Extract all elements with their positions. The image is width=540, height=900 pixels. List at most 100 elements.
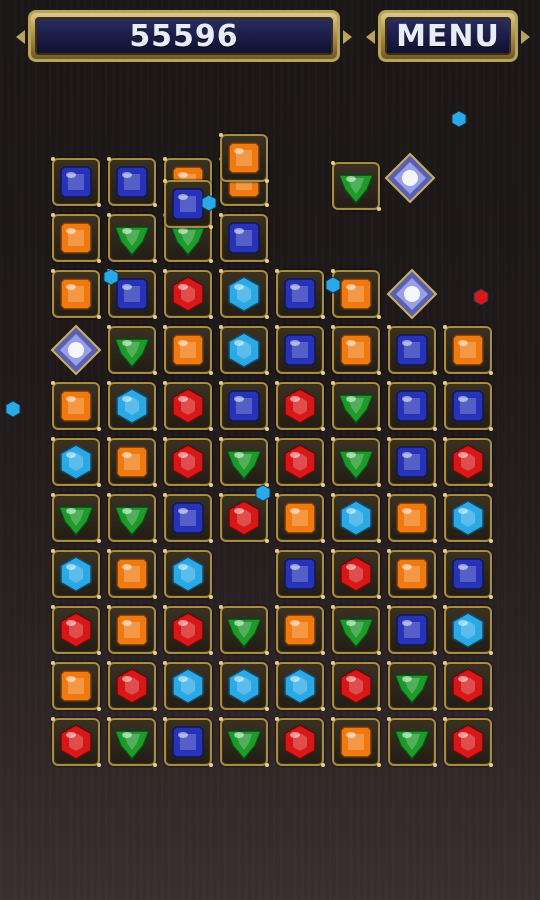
gem-cell[interactable] [163,269,213,319]
gem-cell[interactable] [387,437,437,487]
gem-cell[interactable] [163,605,213,655]
gem-cell[interactable] [51,493,101,543]
gem-cell[interactable] [51,381,101,431]
gem-cell[interactable] [51,717,101,767]
game-board[interactable] [0,0,540,900]
gem-cell[interactable] [387,493,437,543]
special-diamond-gem[interactable] [386,268,438,320]
gem-cell[interactable] [219,213,269,263]
gem-cell[interactable] [219,661,269,711]
gem-cell[interactable] [275,661,325,711]
gem-cell[interactable] [275,437,325,487]
gem-cell[interactable] [219,717,269,767]
gem-cell[interactable] [219,269,269,319]
green-gem-icon [225,450,263,481]
orange-gem-icon [60,390,92,422]
gem-cell[interactable] [107,549,157,599]
gem-cell[interactable] [107,157,157,207]
orange-gem-icon [116,446,148,478]
gem-cell[interactable] [331,493,381,543]
orange-gem-icon [396,502,428,534]
blue-gem-icon [396,446,428,478]
gem-cell[interactable] [107,605,157,655]
gem-cell[interactable] [275,549,325,599]
blue-gem-icon [284,334,316,366]
gem-cell[interactable] [275,717,325,767]
gem-cell[interactable] [163,717,213,767]
cyan-gem-icon [340,500,372,536]
gem-cell[interactable] [275,325,325,375]
red-gem-icon [60,724,92,760]
gem-cell[interactable] [107,661,157,711]
gem-cell[interactable] [275,605,325,655]
gem-cell[interactable] [51,213,101,263]
gem-cell[interactable] [275,269,325,319]
gem-cell[interactable] [331,325,381,375]
gem-cell[interactable] [387,325,437,375]
gem-cell[interactable] [163,493,213,543]
orange-gem-icon [228,142,260,174]
gem-cell[interactable] [163,325,213,375]
gem-cell[interactable] [331,717,381,767]
orange-gem-icon [172,334,204,366]
sparkle-gem-icon [200,194,218,212]
orange-gem-icon [340,334,372,366]
gem-cell[interactable] [219,605,269,655]
blue-gem-icon [172,502,204,534]
gem-cell[interactable] [51,437,101,487]
gem-cell[interactable] [163,437,213,487]
gem-cell[interactable] [107,437,157,487]
gem-cell[interactable] [443,325,493,375]
gem-cell[interactable] [51,269,101,319]
green-gem-icon [113,226,151,257]
sparkle-gem-icon [450,110,468,128]
gem-cell[interactable] [219,325,269,375]
gem-cell[interactable] [51,661,101,711]
diamond-gem-icon [50,324,102,376]
gem-cell[interactable] [107,325,157,375]
gem-cell[interactable] [443,549,493,599]
red-gem-icon [452,444,484,480]
gem-cell[interactable] [107,213,157,263]
gem-cell[interactable] [387,605,437,655]
gem-cell[interactable] [443,661,493,711]
gem-cell[interactable] [107,381,157,431]
gem-cell[interactable] [387,381,437,431]
gem-cell[interactable] [51,549,101,599]
green-gem-icon [113,730,151,761]
cyan-gem-icon [284,668,316,704]
gem-cell[interactable] [331,437,381,487]
special-diamond-gem[interactable] [50,324,102,376]
gem-cell[interactable] [387,661,437,711]
gem-cell[interactable] [443,381,493,431]
orange-gem-icon [284,614,316,646]
gem-cell[interactable] [163,381,213,431]
gem-cell[interactable] [107,493,157,543]
gem-cell[interactable] [387,549,437,599]
gem-cell[interactable] [275,381,325,431]
falling-gem[interactable] [331,161,381,211]
gem-cell[interactable] [107,717,157,767]
gem-cell[interactable] [331,549,381,599]
falling-gem[interactable] [219,133,269,183]
gem-cell[interactable] [163,549,213,599]
gem-cell[interactable] [443,605,493,655]
gem-cell[interactable] [331,661,381,711]
gem-cell[interactable] [331,381,381,431]
gem-cell[interactable] [443,717,493,767]
gem-cell[interactable] [443,437,493,487]
cyan-gem-icon [60,444,92,480]
blue-gem-icon [116,166,148,198]
gem-cell[interactable] [219,381,269,431]
gem-cell[interactable] [219,437,269,487]
gem-cell[interactable] [331,605,381,655]
green-gem-icon [337,618,375,649]
gem-cell[interactable] [51,157,101,207]
gem-cell[interactable] [275,493,325,543]
gem-cell[interactable] [163,661,213,711]
gem-cell[interactable] [51,605,101,655]
green-gem-icon [337,394,375,425]
special-diamond-gem[interactable] [384,152,436,204]
gem-cell[interactable] [387,717,437,767]
gem-cell[interactable] [443,493,493,543]
